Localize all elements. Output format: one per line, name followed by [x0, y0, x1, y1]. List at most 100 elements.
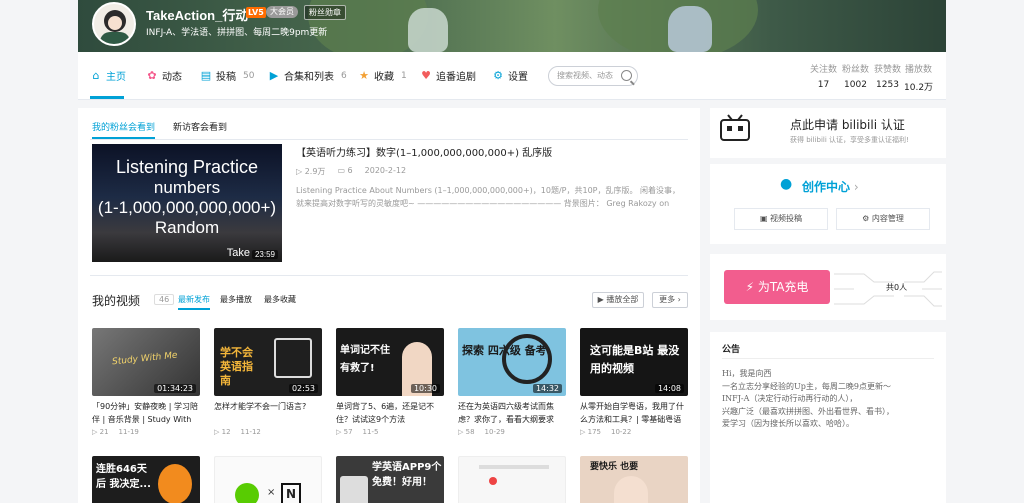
stat-label: 获赞数 — [874, 65, 902, 75]
thumb-text: × — [267, 487, 276, 498]
thumb-corner-text: Take — [226, 247, 250, 259]
video-thumbnail[interactable]: Study With Me 01:34:23 — [92, 328, 200, 396]
thumb-text: 这可能是B站 最没用的视频 — [590, 344, 680, 375]
lightning-icon: ⚡ — [745, 280, 758, 294]
video-title[interactable]: 怎样才能学不会一门语言? — [214, 400, 322, 426]
uploads-icon: ▤ — [200, 68, 212, 82]
video-thumbnail[interactable] — [458, 456, 566, 503]
bulb-icon: ● — [780, 176, 793, 192]
stat-following[interactable]: 关注数 17 — [810, 62, 837, 90]
stat-value: 1253 — [876, 80, 899, 90]
stat-plays: 播放数 10.2万 — [904, 62, 933, 93]
video-meta: ▷ 21 11-19 — [92, 428, 200, 436]
duration-badge: 14:32 — [532, 384, 562, 393]
charge-card: ⚡ 为TA充电 共0人 — [710, 254, 946, 320]
video-thumbnail[interactable]: 要快乐 也要 — [580, 456, 688, 503]
tab-visitor-view[interactable]: 新访客会看到 — [173, 120, 227, 139]
stat-fans[interactable]: 粉丝数 1002 — [842, 62, 869, 90]
tab-collections[interactable]: ▶ 合集和列表 6 — [268, 68, 347, 83]
thumb-line: Listening Practice — [115, 157, 259, 177]
collections-icon: ▶ — [269, 68, 279, 82]
video-title[interactable]: 还在为英语四六级考试而焦虑？求你了，看看大纲要求 — [458, 400, 566, 426]
play-icon: ▷ — [92, 428, 100, 436]
search-input[interactable]: 搜索视频、动态 — [548, 66, 638, 86]
creator-center-link[interactable]: 创作中心 › — [802, 178, 859, 195]
tab-most-played[interactable]: 最多播放 — [220, 294, 252, 305]
stat-label: 粉丝数 — [842, 65, 870, 75]
phone-image — [340, 476, 368, 503]
charge-button[interactable]: ⚡ 为TA充电 — [724, 270, 830, 304]
video-thumbnail[interactable]: 探索 四六级 备考 14:32 — [458, 328, 566, 396]
tab-uploads[interactable]: ▤ 投稿 50 — [200, 68, 255, 83]
video-title[interactable]: 从零开始自学粤语，我用了什么方法和工具？| 零基础粤语 — [580, 400, 688, 426]
apply-cert-title[interactable]: 点此申请 bilibili 认证 — [790, 116, 905, 133]
play-all-label: 播放全部 — [606, 295, 639, 304]
tab-dynamic[interactable]: ✿ 动态 — [146, 68, 182, 83]
play-count: ▷ 21 — [92, 428, 109, 436]
play-all-button[interactable]: ▶ 播放全部 — [592, 292, 644, 308]
video-date: 11-19 — [118, 428, 139, 436]
featured-desc: Listening Practice About Numbers (1–1,00… — [296, 186, 681, 208]
certification-card[interactable]: 点此申请 bilibili 认证 获得 bilibili 认证，享受多重认证福利… — [710, 108, 946, 158]
featured-title[interactable]: 【英语听力练习】数字(1–1,000,000,000,000+) 乱序版 — [296, 144, 552, 159]
active-tab-underline — [90, 96, 124, 99]
video-card[interactable]: Study With Me 01:34:23 「90分钟」安静夜晚 | 学习陪伴… — [92, 328, 200, 436]
stat-value: 10.2万 — [904, 83, 934, 93]
tab-collections-label: 合集和列表 — [284, 72, 334, 83]
upload-icon: ▣ — [759, 214, 771, 223]
chevron-right-icon: › — [850, 180, 859, 194]
tab-latest[interactable]: 最新发布 — [178, 294, 210, 310]
username[interactable]: TakeAction_行动 — [146, 5, 248, 24]
play-icon: ▷ — [336, 428, 344, 436]
video-thumbnail[interactable]: 学不会英语指南 02:53 — [214, 328, 322, 396]
stat-likes: 获赞数 1253 — [874, 62, 901, 90]
notice-body[interactable]: Hi，我是向西 一名立志分享经验的Up主，每周二晚9点更新～ INFJ-A（决定… — [722, 368, 938, 431]
bilibili-tv-icon — [720, 114, 750, 141]
tab-fans-view[interactable]: 我的粉丝会看到 — [92, 120, 156, 139]
tab-favorites[interactable]: ★ 收藏 1 — [358, 68, 407, 83]
dot-deco — [489, 477, 497, 485]
upload-video-button[interactable]: ▣ 视频投稿 — [734, 208, 828, 230]
duration-badge: 01:34:23 — [154, 384, 196, 393]
tab-dynamic-label: 动态 — [162, 72, 182, 83]
chevron-right-icon: › — [675, 295, 681, 304]
heart-icon: ♥ — [421, 68, 431, 82]
video-card[interactable]: 单词记不住 有救了! 10:30 单词背了5、6遍，还是记不住？试试这9个方法 … — [336, 328, 444, 436]
video-thumbnail[interactable]: 连胜646天后 我决定... — [92, 456, 200, 503]
thumb-line: numbers — [153, 178, 221, 197]
video-card[interactable]: 这可能是B站 最没用的视频 14:08 从零开始自学粤语，我用了什么方法和工具？… — [580, 328, 688, 436]
video-thumbnail[interactable]: 单词记不住 有救了! 10:30 — [336, 328, 444, 396]
person-image — [614, 476, 648, 503]
tab-favorites-label: 收藏 — [374, 72, 394, 83]
video-title[interactable]: 「90分钟」安静夜晚 | 学习陪伴 | 音乐背景 | Study With — [92, 400, 200, 426]
avatar[interactable] — [92, 2, 136, 46]
video-meta: ▷ 58 10-29 — [458, 428, 566, 436]
profile-sign[interactable]: INFJ-A、学法语、拼拼图、每周二晚9pm更新 — [146, 25, 327, 38]
featured-thumbnail[interactable]: Listening Practice numbers (1-1,000,000,… — [92, 144, 282, 262]
video-card[interactable]: 学不会英语指南 02:53 怎样才能学不会一门语言? ▷ 12 11-12 — [214, 328, 322, 436]
content-manage-button[interactable]: ⚙ 内容管理 — [836, 208, 930, 230]
fan-badge[interactable]: 粉丝勋章 — [304, 5, 346, 20]
thumb-text: 连胜646天后 我决定... — [96, 464, 151, 490]
profile-nav: ⌂ 主页 ✿ 动态 ▤ 投稿 50 ▶ 合集和列表 6 ★ 收藏 1 ♥ 追番追… — [78, 52, 946, 100]
my-videos-count: 46 — [154, 294, 175, 305]
video-thumbnail[interactable]: 这可能是B站 最没用的视频 14:08 — [580, 328, 688, 396]
search-icon[interactable] — [621, 70, 632, 81]
more-button[interactable]: 更多 › — [652, 292, 688, 308]
notice-title: 公告 — [722, 345, 741, 355]
tab-most-favorited[interactable]: 最多收藏 — [264, 294, 296, 305]
video-card[interactable]: 探索 四六级 备考 14:32 还在为英语四六级考试而焦虑？求你了，看看大纲要求… — [458, 328, 566, 436]
tab-home[interactable]: ⌂ 主页 — [90, 68, 127, 83]
video-thumbnail[interactable]: 学英语APP9个 免费！好用！ — [336, 456, 444, 503]
video-title[interactable]: 单词背了5、6遍，还是记不住？试试这9个方法 — [336, 400, 444, 426]
comment-icon: ▭ — [337, 166, 348, 175]
duration-badge: 02:53 — [288, 384, 318, 393]
tab-settings[interactable]: ⚙ 设置 — [492, 68, 528, 83]
tab-bangumi[interactable]: ♥ 追番追剧 — [420, 68, 476, 83]
creator-center-card: ● 创作中心 › ▣ 视频投稿 ⚙ 内容管理 — [710, 164, 946, 244]
tab-favorites-count: 1 — [401, 70, 407, 81]
video-thumbnail[interactable]: × N — [214, 456, 322, 503]
comment-count-value: 6 — [347, 166, 353, 175]
tab-uploads-count: 50 — [243, 70, 255, 81]
play-count: ▷ 57 — [336, 428, 353, 436]
